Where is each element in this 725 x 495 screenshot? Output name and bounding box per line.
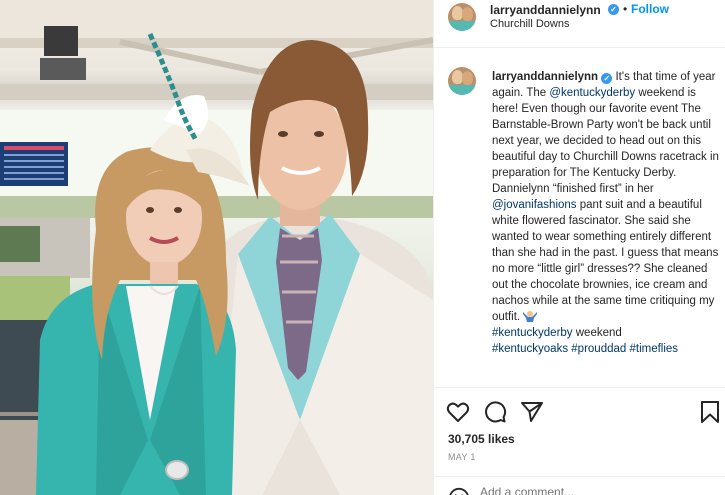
caption-text: weekend (572, 327, 622, 339)
post-header: larryanddannielynn ✓ • Follow Churchill … (434, 0, 725, 48)
avatar[interactable] (448, 3, 476, 31)
caption-text: weekend is here! Even though our favorit… (492, 87, 719, 195)
mention-link[interactable]: @jovanifashions (492, 199, 577, 211)
caption-username[interactable]: larryanddannielynn (492, 71, 598, 83)
post-photo[interactable] (0, 0, 433, 495)
person-shrugging-emoji (523, 311, 538, 322)
bookmark-icon[interactable] (698, 400, 722, 424)
hashtag-link[interactable]: #prouddad (571, 343, 626, 355)
verified-badge-icon: ✓ (608, 4, 619, 15)
caption-area: larryanddannielynn ✓ It's that time of y… (434, 49, 725, 387)
comment-bar (434, 476, 725, 495)
caption-text: pant suit and a beautiful white flowered… (492, 199, 719, 323)
follow-button[interactable]: Follow (631, 2, 669, 16)
separator-dot: • (623, 2, 628, 16)
post-date[interactable]: MAY 1 (448, 452, 476, 462)
hashtag-link[interactable]: #kentuckyderby (492, 327, 573, 339)
send-icon[interactable] (520, 400, 544, 424)
hashtag-link[interactable]: #timeflies (629, 343, 678, 355)
comment-input[interactable] (480, 485, 680, 495)
mention-link[interactable]: @kentuckyderby (549, 87, 635, 99)
post-username[interactable]: larryanddannielynn (490, 3, 601, 17)
post-details-panel: larryanddannielynn ✓ • Follow Churchill … (433, 0, 725, 495)
post-actions: 30,705 likes MAY 1 (434, 387, 725, 495)
smiley-icon[interactable] (448, 487, 470, 495)
photo-illustration (0, 0, 433, 495)
heart-icon[interactable] (446, 400, 470, 424)
post-caption: larryanddannielynn ✓ It's that time of y… (492, 69, 720, 357)
caption-verified-badge-icon: ✓ (601, 73, 613, 84)
hashtag-link[interactable]: #kentuckyoaks (492, 343, 568, 355)
comment-icon[interactable] (483, 400, 507, 424)
post-location[interactable]: Churchill Downs (490, 18, 569, 30)
likes-count[interactable]: 30,705 likes (448, 432, 515, 446)
caption-avatar[interactable] (448, 67, 476, 95)
